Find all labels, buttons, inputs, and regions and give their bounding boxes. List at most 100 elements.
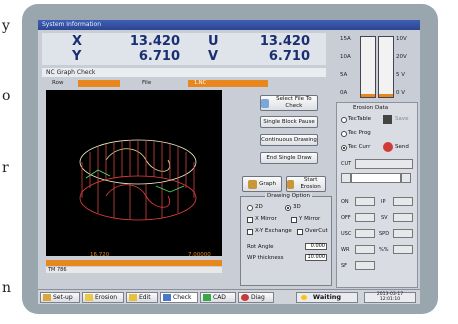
meter-right-label: 5 V [396,72,406,78]
drawing-option-title: Drawing Option [265,193,312,199]
check-tab[interactable]: Check [160,292,198,303]
start-erosion-label: Start Erosion [300,177,321,190]
toolpath-green-segment [155,185,185,193]
coordinate-panel: X 13.420 Y 6.710 U 13.420 V 6.710 [42,33,326,65]
field-usc-label: USC [341,231,352,237]
setup-tab-label: Set-up [53,294,73,301]
field-pct-label: %% [379,247,389,253]
meter-left-label: 10A [340,54,351,60]
save-disk-icon[interactable] [383,115,392,124]
cad-tab-label: CAD [213,294,226,301]
voltage-meter-bar [378,36,394,98]
toolpath-drawing [79,139,197,221]
diag-tab[interactable]: Diag [238,292,274,303]
taskbar: Set-up Erosion Edit Check CAD Diag Waiti… [38,289,420,304]
y-mirror-label: Y Mirror [299,216,321,222]
select-file-button[interactable]: Select File To Check [260,95,318,111]
ip-field[interactable] [393,197,413,206]
x-extent-right: 7.00000 [188,252,211,258]
erosion-data-title: Erosion Data [353,105,389,111]
sv-field[interactable] [393,213,413,222]
voltage-meter-fill [379,94,393,97]
send-icon[interactable] [383,142,393,152]
pct-field[interactable] [393,245,413,254]
x-mirror-checkbox[interactable] [247,217,253,223]
field-ip-label: IP [381,199,386,205]
mode-3d-label: 3D [293,204,301,210]
tec-curr-radio[interactable] [341,145,347,151]
cut-scroll-track[interactable] [351,173,401,183]
status-line: TM 786 [46,267,222,273]
spd-field[interactable] [393,229,413,238]
file-label: File [142,80,152,86]
tec-table-radio[interactable] [341,117,347,123]
field-on-label: ON [341,199,349,205]
xy-exchange-checkbox[interactable] [247,229,253,235]
drawing-option-group: Drawing Option 2D 3D X Mirror Y Mirror X… [240,193,332,286]
erosion-tab[interactable]: Erosion [82,292,124,303]
current-voltage-meters: 15A 10A 5A 0A 10V 20V 5 V 0 V [332,32,416,112]
axis-x-label: X [72,34,83,49]
graph-button-label: Graph [259,180,276,187]
meter-left-label: 0A [340,90,348,96]
setup-tab[interactable]: Set-up [40,292,80,303]
erosion-tab-label: Erosion [95,294,118,301]
setup-icon [43,294,51,301]
on-field[interactable] [355,197,375,206]
rot-angle-label: Rot Angle [247,244,274,250]
edge-text-3: r [2,160,9,176]
scroll-right-button[interactable] [401,173,411,183]
scroll-left-button[interactable] [341,173,351,183]
graph-canvas [46,90,222,256]
wp-thickness-field[interactable]: 10.000 [305,254,327,261]
erosion-tab-icon [85,294,93,301]
field-sf-label: SF [341,263,348,269]
field-wr-label: WR [341,247,350,253]
usc-field[interactable] [355,229,375,238]
y-mirror-checkbox[interactable] [291,217,297,223]
axis-u-label: U [208,34,219,49]
progress-bar [46,260,222,266]
mode-3d-radio[interactable] [285,205,291,211]
cad-tab[interactable]: CAD [200,292,236,303]
axis-y-value: 6.710 [138,49,180,64]
meter-left-label: 5A [340,72,348,78]
start-erosion-button[interactable]: Start Erosion [286,176,326,192]
edit-tab[interactable]: Edit [126,292,158,303]
machine-status-text: Waiting [312,293,342,301]
axis-x-value: 13.420 [129,34,180,49]
screen: System Information X 13.420 Y 6.710 U 13… [38,20,420,304]
rot-angle-field[interactable]: 0.000 [305,243,327,250]
mode-2d-radio[interactable] [247,205,253,211]
select-file-label: Select File To Check [276,96,312,109]
tec-prog-radio[interactable] [341,131,347,137]
file-info-strip: Row File 1.NC [42,79,326,89]
single-block-pause-button[interactable]: Single Block Pause [260,116,318,128]
status-light-icon [301,295,307,300]
row-label: Row [52,80,64,86]
graph-button[interactable]: Graph [242,176,282,192]
off-field[interactable] [355,213,375,222]
current-meter-bar [360,36,376,98]
axis-y-label: Y [72,49,82,64]
save-label: Save [395,116,409,122]
clock: 2013-03-17 12:01:10 [364,292,416,303]
erosion-icon [287,179,295,189]
wp-thickness-label: WP thickness [247,255,284,261]
erosion-data-panel: Erosion Data TecTable Save Tec Prog Tec … [336,102,418,288]
xy-exchange-label: X-Y Exchange [255,228,292,234]
cut-field[interactable] [355,159,413,169]
check-icon [163,294,171,301]
edit-tab-label: Edit [139,294,151,301]
axis-u-value: 13.420 [259,34,310,49]
mode-2d-label: 2D [255,204,263,210]
wr-field[interactable] [355,245,375,254]
continuous-drawing-button[interactable]: Continuous Drawing [260,134,318,146]
tec-prog-label: Tec Prog [348,130,371,136]
end-single-draw-button[interactable]: End Single Draw [260,152,318,164]
overcut-checkbox[interactable] [297,229,303,235]
toolpath-vertical-lines [81,140,195,220]
graph-icon [248,179,258,189]
sf-field[interactable] [355,261,375,270]
magnifier-icon [261,98,269,108]
